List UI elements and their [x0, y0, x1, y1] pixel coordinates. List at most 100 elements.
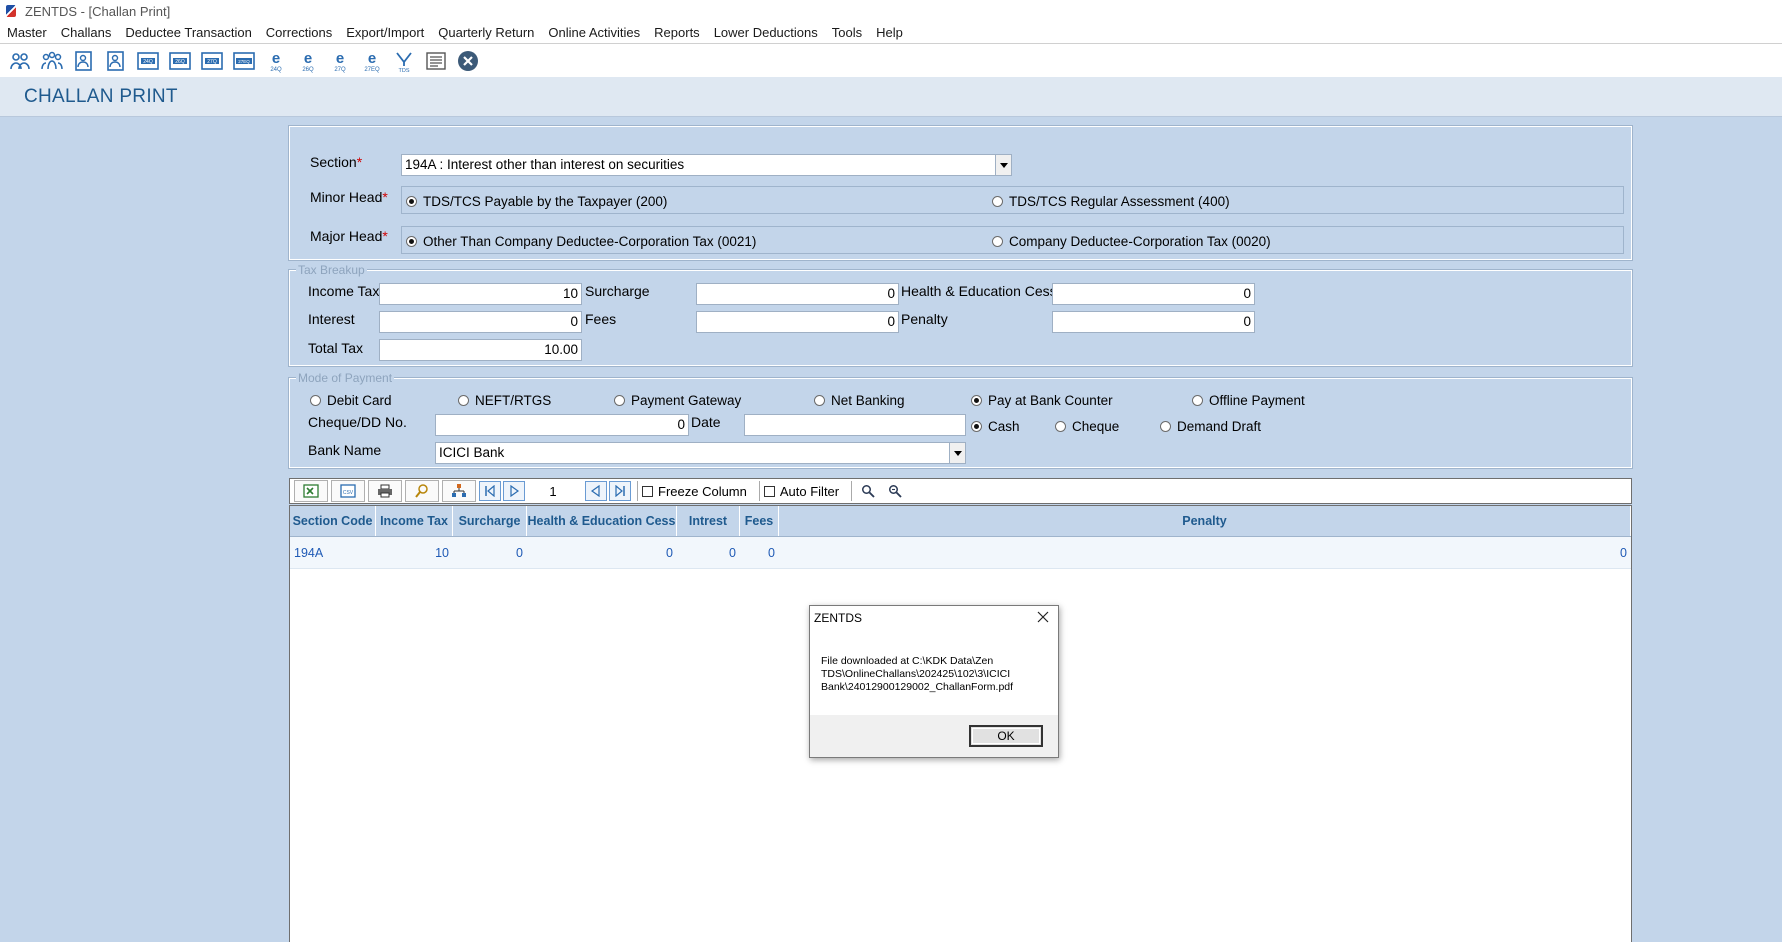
report-icon[interactable] — [421, 47, 450, 75]
users-icon[interactable] — [5, 47, 34, 75]
cell-intrest: 0 — [729, 545, 736, 560]
mode-debit-card[interactable]: Debit Card — [310, 393, 392, 408]
instrument-label: Demand Draft — [1177, 419, 1262, 434]
mode-net-banking[interactable]: Net Banking — [814, 393, 905, 408]
menu-help[interactable]: Help — [876, 25, 903, 40]
table-row[interactable]: 194A 10 0 0 0 0 0 — [290, 537, 1631, 569]
minor-head-option-400[interactable]: TDS/TCS Regular Assessment (400) — [992, 194, 1230, 209]
e-24q-icon[interactable]: e 24Q — [261, 47, 290, 75]
export-csv-icon[interactable]: CSV — [331, 480, 365, 502]
fees-field[interactable]: 0 — [696, 311, 899, 333]
column-penalty[interactable]: Penalty — [779, 506, 1631, 536]
cell-income-tax: 10 — [435, 545, 449, 560]
cess-field[interactable]: 0 — [1052, 283, 1255, 305]
e-26q-icon[interactable]: e 26Q — [293, 47, 322, 75]
freeze-column-checkbox[interactable]: Freeze Column — [642, 484, 747, 499]
menu-reports[interactable]: Reports — [654, 25, 700, 40]
cell-section-code: 194A — [294, 545, 324, 560]
chevron-down-icon[interactable] — [949, 443, 965, 463]
first-page-icon[interactable] — [479, 481, 501, 501]
radio-icon — [458, 395, 469, 406]
section-label: Section* — [310, 154, 362, 170]
column-section-code[interactable]: Section Code — [290, 506, 376, 536]
radio-icon — [992, 236, 1003, 247]
income-tax-field[interactable]: 10 — [379, 283, 582, 305]
section-label-text: Section — [310, 154, 357, 170]
chevron-down-icon[interactable] — [995, 155, 1011, 175]
column-cess[interactable]: Health & Education Cess — [527, 506, 677, 536]
svg-text:e: e — [303, 50, 311, 67]
instrument-cheque[interactable]: Cheque — [1055, 419, 1119, 434]
menu-deductee-transaction[interactable]: Deductee Transaction — [125, 25, 251, 40]
form-27eq-icon[interactable]: 27EQ — [229, 47, 258, 75]
cess-label: Health & Education Cess — [901, 283, 1057, 299]
find-next-icon[interactable] — [883, 480, 907, 502]
menu-tools[interactable]: Tools — [832, 25, 862, 40]
group-icon[interactable] — [37, 47, 66, 75]
form-alt-icon[interactable] — [101, 47, 130, 75]
column-surcharge[interactable]: Surcharge — [453, 506, 527, 536]
menu-quarterly-return[interactable]: Quarterly Return — [438, 25, 534, 40]
menu-challans[interactable]: Challans — [61, 25, 112, 40]
bank-name-select[interactable]: ICICI Bank — [435, 442, 966, 464]
svg-text:26Q: 26Q — [302, 67, 314, 73]
toolbar-divider — [851, 481, 853, 501]
menu-master[interactable]: Master — [7, 25, 47, 40]
e-27eq-icon[interactable]: e 27EQ — [357, 47, 386, 75]
close-circle-icon[interactable] — [453, 47, 482, 75]
column-intrest[interactable]: Intrest — [677, 506, 740, 536]
svg-text:27Q: 27Q — [207, 59, 217, 65]
form-27q-icon[interactable]: 27Q — [197, 47, 226, 75]
form-icon[interactable] — [69, 47, 98, 75]
e-27q-icon[interactable]: e 27Q — [325, 47, 354, 75]
surcharge-field[interactable]: 0 — [696, 283, 899, 305]
page-number[interactable]: 1 — [533, 484, 573, 499]
date-field[interactable] — [744, 414, 966, 436]
instrument-demand-draft[interactable]: Demand Draft — [1160, 419, 1261, 434]
ok-button-label: OK — [997, 728, 1015, 743]
mode-neft-rtgs[interactable]: NEFT/RTGS — [458, 393, 551, 408]
close-icon[interactable] — [1036, 610, 1050, 624]
instrument-cash[interactable]: Cash — [971, 419, 1020, 434]
export-excel-icon[interactable] — [294, 480, 328, 502]
mode-label: Debit Card — [327, 393, 392, 408]
cheque-field[interactable]: 0 — [435, 414, 689, 436]
radio-icon — [614, 395, 625, 406]
preview-icon[interactable] — [405, 480, 439, 502]
minor-head-group: TDS/TCS Payable by the Taxpayer (200) TD… — [401, 186, 1624, 214]
major-head-option-0020[interactable]: Company Deductee-Corporation Tax (0020) — [992, 234, 1271, 249]
form-24q-icon[interactable]: 24Q — [133, 47, 162, 75]
interest-field[interactable]: 0 — [379, 311, 582, 333]
next-page-icon[interactable] — [503, 481, 525, 501]
previous-page-icon[interactable] — [585, 481, 607, 501]
minor-head-option-200[interactable]: TDS/TCS Payable by the Taxpayer (200) — [406, 194, 667, 209]
last-page-icon[interactable] — [609, 481, 631, 501]
bank-name-value: ICICI Bank — [439, 445, 505, 460]
column-fees[interactable]: Fees — [740, 506, 779, 536]
date-label: Date — [691, 414, 721, 430]
mode-label: Pay at Bank Counter — [988, 393, 1113, 408]
menu-export-import[interactable]: Export/Import — [346, 25, 424, 40]
column-income-tax[interactable]: Income Tax — [376, 506, 453, 536]
section-select[interactable]: 194A : Interest other than interest on s… — [401, 154, 1012, 176]
grid-toolbar: CSV 1 Freeze Column Auto Filter — [289, 478, 1632, 504]
mode-pay-at-bank-counter[interactable]: Pay at Bank Counter — [971, 393, 1113, 408]
minor-head-option-label: TDS/TCS Regular Assessment (400) — [1009, 194, 1230, 209]
menu-corrections[interactable]: Corrections — [266, 25, 332, 40]
major-head-option-0021[interactable]: Other Than Company Deductee-Corporation … — [406, 234, 756, 249]
penalty-field[interactable]: 0 — [1052, 311, 1255, 333]
checkbox-icon — [763, 485, 775, 497]
ok-button[interactable]: OK — [969, 725, 1043, 747]
tds-icon[interactable]: TDS — [389, 47, 418, 75]
menu-lower-deductions[interactable]: Lower Deductions — [714, 25, 818, 40]
mode-offline-payment[interactable]: Offline Payment — [1192, 393, 1305, 408]
find-icon[interactable] — [856, 480, 880, 502]
auto-filter-checkbox[interactable]: Auto Filter — [763, 484, 839, 499]
menu-online-activities[interactable]: Online Activities — [548, 25, 640, 40]
mode-payment-gateway[interactable]: Payment Gateway — [614, 393, 741, 408]
print-icon[interactable] — [368, 480, 402, 502]
form-26q-icon[interactable]: 26Q — [165, 47, 194, 75]
instrument-label: Cash — [988, 419, 1020, 434]
hierarchy-icon[interactable] — [442, 480, 476, 502]
cell-cess: 0 — [666, 545, 673, 560]
